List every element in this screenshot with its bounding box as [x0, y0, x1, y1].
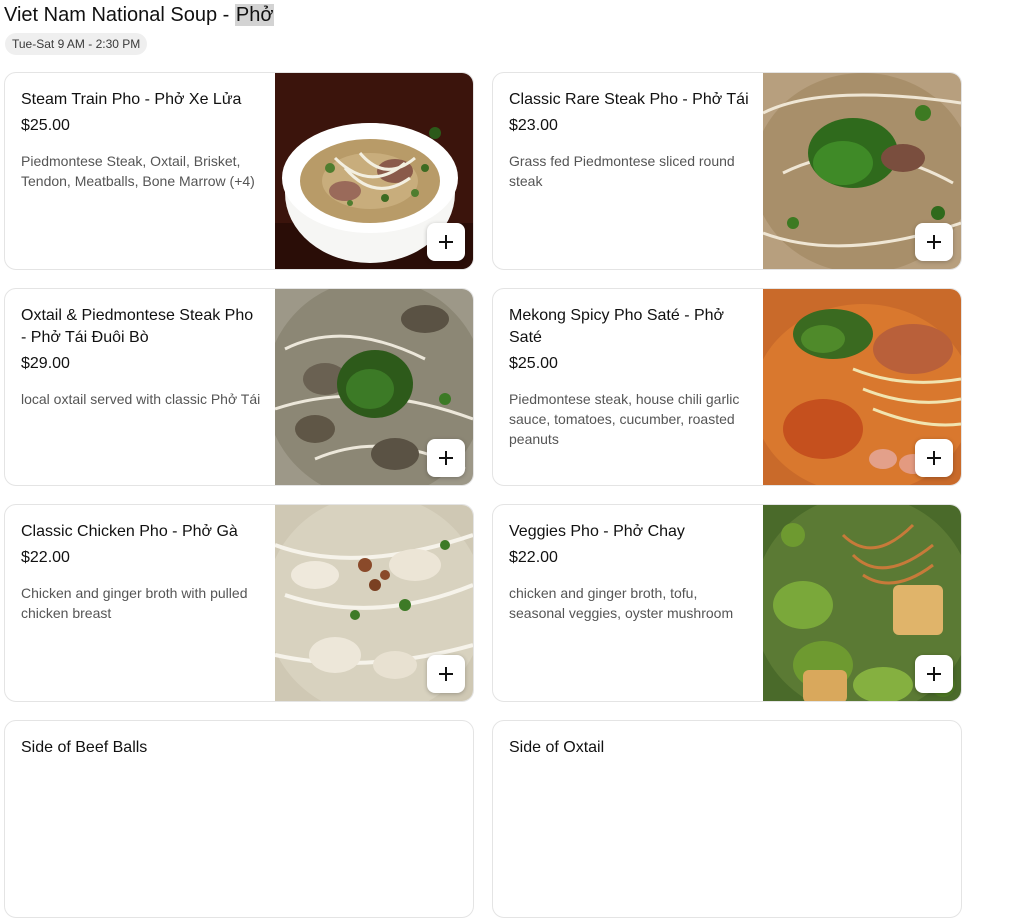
plus-icon	[439, 235, 453, 249]
add-button[interactable]	[915, 439, 953, 477]
item-description: local oxtail served with classic Phở Tái	[21, 391, 261, 407]
item-name: Steam Train Pho - Phở Xe Lửa	[21, 91, 242, 108]
plus-icon	[927, 451, 941, 465]
menu-item-card[interactable]: Mekong Spicy Pho Saté - Phở Saté $25.00 …	[492, 288, 962, 486]
item-name: Veggies Pho - Phở Chay	[509, 523, 685, 540]
item-price: $29.00	[21, 355, 70, 372]
menu-item-card[interactable]: Classic Rare Steak Pho - Phở Tái $23.00 …	[492, 72, 962, 270]
item-name: Side of Beef Balls	[21, 739, 148, 756]
add-button[interactable]	[915, 655, 953, 693]
item-description: Piedmontese Steak, Oxtail, Brisket, Tend…	[21, 153, 255, 189]
page-title: Viet Nam National Soup - Phở	[4, 2, 275, 28]
item-price: $25.00	[509, 355, 558, 372]
menu-item-card[interactable]: Veggies Pho - Phở Chay $22.00 chicken an…	[492, 504, 962, 702]
item-price: $25.00	[21, 117, 70, 134]
menu-item-card[interactable]: Side of Beef Balls	[4, 720, 474, 918]
menu-item-card[interactable]: Classic Chicken Pho - Phở Gà $22.00 Chic…	[4, 504, 474, 702]
menu-item-card[interactable]: Oxtail & Piedmontese Steak Pho - Phở Tái…	[4, 288, 474, 486]
item-price: $22.00	[509, 549, 558, 566]
hours-badge: Tue-Sat 9 AM - 2:30 PM	[5, 33, 148, 55]
page-title-highlight: Phở	[234, 4, 275, 26]
item-description: Grass fed Piedmontese sliced round steak	[509, 153, 735, 189]
item-name: Classic Chicken Pho - Phở Gà	[21, 523, 238, 540]
plus-icon	[927, 667, 941, 681]
item-description: Chicken and ginger broth with pulled chi…	[21, 585, 248, 621]
item-price: $22.00	[21, 549, 70, 566]
item-description: chicken and ginger broth, tofu, seasonal…	[509, 585, 734, 621]
add-button[interactable]	[427, 439, 465, 477]
menu-item-card[interactable]: Side of Oxtail	[492, 720, 962, 918]
add-button[interactable]	[915, 223, 953, 261]
item-price: $23.00	[509, 117, 558, 134]
plus-icon	[439, 667, 453, 681]
item-name: Side of Oxtail	[509, 739, 605, 756]
add-button[interactable]	[427, 223, 465, 261]
item-description: Piedmontese steak, house chili garlic sa…	[509, 391, 740, 447]
menu-item-card[interactable]: Steam Train Pho - Phở Xe Lửa $25.00 Pied…	[4, 72, 474, 270]
plus-icon	[927, 235, 941, 249]
item-name: Classic Rare Steak Pho - Phở Tái	[509, 91, 749, 108]
item-name: Oxtail & Piedmontese Steak Pho - Phở Tái…	[21, 307, 254, 346]
page-title-text: Viet Nam National Soup -	[4, 4, 235, 26]
add-button[interactable]	[427, 655, 465, 693]
item-name: Mekong Spicy Pho Saté - Phở Saté	[509, 307, 725, 346]
plus-icon	[439, 451, 453, 465]
